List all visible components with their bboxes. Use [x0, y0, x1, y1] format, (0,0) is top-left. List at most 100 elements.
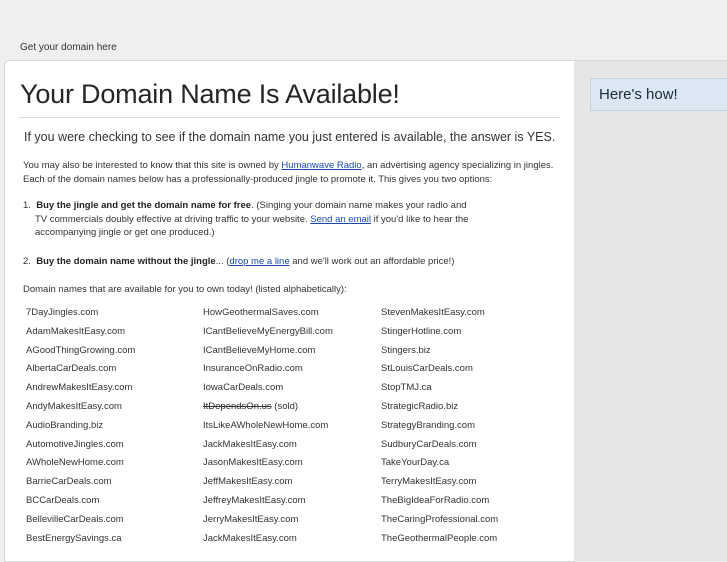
- intro-text-1a: You may also be interested to know that …: [23, 160, 282, 171]
- domain-name: AdamMakesItEasy.com: [26, 325, 126, 337]
- domain-name: AndyMakesItEasy.com: [26, 401, 122, 412]
- domain-list-item[interactable]: JasonMakesItEasy.com: [203, 457, 303, 468]
- domain-name: BestEnergySavings.ca: [26, 532, 122, 544]
- domain-name: JeffMakesItEasy.com: [203, 476, 293, 488]
- domain-name: ItsLikeAWholeNewHome.com: [203, 419, 329, 431]
- domain-name: IowaCarDeals.com: [203, 382, 284, 394]
- domain-list-item[interactable]: IowaCarDeals.com: [203, 382, 283, 393]
- domain-list-item[interactable]: AudioBranding.biz: [26, 420, 103, 431]
- domain-list-item[interactable]: StopTMJ.ca: [381, 382, 432, 393]
- domain-list-item[interactable]: HowGeothermalSaves.com: [203, 307, 319, 318]
- option-2: 2. Buy the domain name without the jingl…: [23, 255, 454, 269]
- domain-list-item[interactable]: StingerHotline.com: [381, 326, 461, 337]
- domain-list-item[interactable]: AGoodThingGrowing.com: [26, 345, 135, 356]
- domain-list-item[interactable]: BarrieCarDeals.com: [26, 476, 112, 487]
- domain-list-item[interactable]: TakeYourDay.ca: [381, 457, 449, 468]
- domain-list-item[interactable]: StrategicRadio.biz: [381, 401, 458, 412]
- domain-name: Stingers.biz: [381, 344, 431, 356]
- intro-paragraph: You may also be interested to know that …: [23, 159, 553, 186]
- domain-list-item[interactable]: JeffreyMakesItEasy.com: [203, 495, 306, 506]
- domain-list-item[interactable]: ItDependsOn.us (sold): [203, 401, 298, 412]
- domain-name: TheBigIdeaForRadio.com: [381, 495, 490, 506]
- domain-list-item[interactable]: AndyMakesItEasy.com: [26, 401, 122, 412]
- domain-name: 7DayJingles.com: [26, 307, 99, 318]
- domain-name: TakeYourDay.ca: [381, 457, 450, 469]
- domain-name: ICantBelieveMyHome.com: [203, 344, 316, 356]
- option1-text-b: TV commercials doubly effective at drivi…: [35, 213, 311, 225]
- intro-text-1b: , an advertising agency specializing in …: [361, 160, 554, 171]
- domain-list-item[interactable]: TerryMakesItEasy.com: [381, 476, 476, 487]
- title-divider: [19, 117, 560, 118]
- domain-list-item[interactable]: SudburyCarDeals.com: [381, 439, 477, 450]
- heres-how-box[interactable]: Here's how!: [590, 78, 727, 111]
- option2-number: 2.: [23, 256, 31, 267]
- domain-name: AndrewMakesItEasy.com: [26, 382, 133, 394]
- domain-name: AGoodThingGrowing.com: [26, 344, 136, 356]
- domain-name: JeffreyMakesItEasy.com: [203, 495, 306, 506]
- domain-list-item[interactable]: JackMakesItEasy.com: [203, 533, 297, 544]
- domain-list-item[interactable]: StrategyBranding.com: [381, 420, 475, 431]
- domain-name: TerryMakesItEasy.com: [381, 476, 477, 488]
- domain-name: AlbertaCarDeals.com: [26, 363, 117, 375]
- domain-list-item[interactable]: StLouisCarDeals.com: [381, 363, 473, 374]
- domain-list-item[interactable]: StevenMakesItEasy.com: [381, 307, 485, 318]
- domain-list-item[interactable]: AWholeNewHome.com: [26, 457, 124, 468]
- sidebar: Here's how!: [574, 60, 727, 561]
- domain-name: AutomotiveJingles.com: [26, 438, 124, 450]
- domain-list-item[interactable]: AndrewMakesItEasy.com: [26, 382, 132, 393]
- domain-name: InsuranceOnRadio.com: [203, 363, 303, 375]
- domain-name: StLouisCarDeals.com: [381, 363, 473, 375]
- domain-name: BellevilleCarDeals.com: [26, 513, 124, 525]
- domain-list-item[interactable]: 7DayJingles.com: [26, 307, 98, 318]
- option2-title: Buy the domain name without the jingle: [36, 256, 216, 267]
- domain-list-item[interactable]: TheBigIdeaForRadio.com: [381, 495, 489, 506]
- option1-title: Buy the jingle and get the domain name f…: [36, 200, 252, 211]
- sold-badge: (sold): [271, 401, 299, 412]
- domain-list-item[interactable]: AutomotiveJingles.com: [26, 439, 124, 450]
- domain-list-item[interactable]: BestEnergySavings.ca: [26, 533, 122, 544]
- option1-text-d: accompanying jingle or get one produced.…: [35, 227, 215, 238]
- domain-name: JasonMakesItEasy.com: [203, 457, 303, 469]
- send-email-link[interactable]: Send an email: [310, 214, 371, 225]
- page-title: Your Domain Name Is Available!: [20, 79, 400, 109]
- domain-name: TheCaringProfessional.com: [381, 513, 499, 525]
- domain-name: TheGeothermalPeople.com: [381, 532, 498, 544]
- domain-list-item[interactable]: BellevilleCarDeals.com: [26, 514, 124, 525]
- domain-name: StevenMakesItEasy.com: [381, 307, 485, 318]
- get-domain-link[interactable]: Get your domain here: [20, 42, 117, 53]
- domain-list-item[interactable]: InsuranceOnRadio.com: [203, 363, 303, 374]
- option1-number: 1.: [23, 200, 31, 211]
- domain-list-item[interactable]: ItsLikeAWholeNewHome.com: [203, 420, 328, 431]
- domain-list-item[interactable]: JackMakesItEasy.com: [203, 439, 297, 450]
- humanwave-radio-link[interactable]: Humanwave Radio: [281, 160, 361, 171]
- drop-me-a-line-link[interactable]: drop me a line: [229, 256, 289, 267]
- domain-list-item[interactable]: TheCaringProfessional.com: [381, 514, 498, 525]
- domain-name: StopTMJ.ca: [381, 382, 432, 394]
- domain-list-item[interactable]: AlbertaCarDeals.com: [26, 363, 116, 374]
- domain-list-item[interactable]: AdamMakesItEasy.com: [26, 326, 125, 337]
- domain-list-item[interactable]: JeffMakesItEasy.com: [203, 476, 292, 487]
- domain-name: JackMakesItEasy.com: [203, 532, 297, 544]
- domain-name: StrategicRadio.biz: [381, 401, 459, 412]
- domain-name: JackMakesItEasy.com: [203, 438, 297, 450]
- domain-name: HowGeothermalSaves.com: [203, 307, 319, 318]
- lead-text: If you were checking to see if the domai…: [24, 130, 556, 144]
- option-1: 1. Buy the jingle and get the domain nam…: [23, 199, 468, 240]
- domain-list-item[interactable]: BCCarDeals.com: [26, 495, 99, 506]
- domain-name: BarrieCarDeals.com: [26, 476, 112, 488]
- domain-list-item[interactable]: JerryMakesItEasy.com: [203, 514, 298, 525]
- domain-name: AWholeNewHome.com: [26, 457, 124, 469]
- domain-name: StrategyBranding.com: [381, 419, 475, 431]
- domain-name: StingerHotline.com: [381, 325, 462, 337]
- option1-text-c: if you'd like to hear the: [371, 213, 469, 225]
- domain-name: SudburyCarDeals.com: [381, 438, 477, 450]
- intro-text-2: Each of the domain names below has a pro…: [23, 173, 493, 185]
- domain-list-item[interactable]: ICantBelieveMyHome.com: [203, 345, 315, 356]
- main-panel: Your Domain Name Is Available! If you we…: [4, 60, 575, 562]
- domain-name: ItDependsOn.us: [203, 401, 272, 412]
- domain-list-item[interactable]: ICantBelieveMyEnergyBill.com: [203, 326, 333, 337]
- option2-text-b: and we'll work out an affordable price!): [289, 256, 455, 267]
- domain-list-item[interactable]: TheGeothermalPeople.com: [381, 533, 497, 544]
- domain-name: AudioBranding.biz: [26, 419, 104, 431]
- domain-list-item[interactable]: Stingers.biz: [381, 345, 431, 356]
